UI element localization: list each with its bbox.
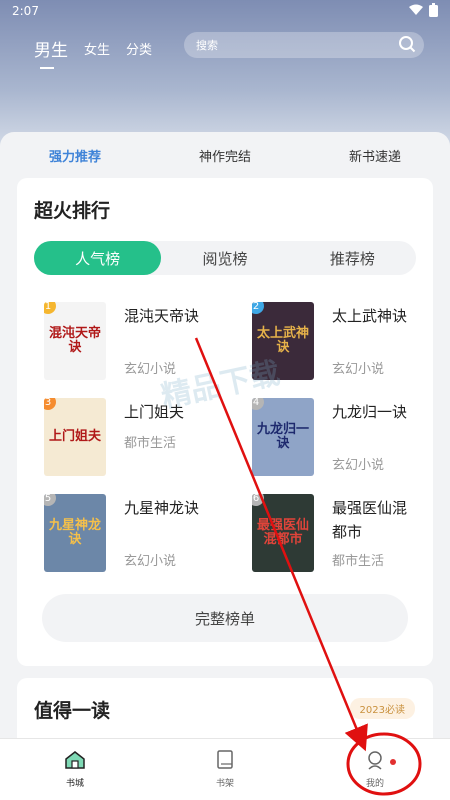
book-genre: 玄幻小说: [124, 554, 177, 569]
sub-tabs: 强力推荐 神作完结 新书速递: [0, 132, 450, 178]
book-genre: 都市生活: [332, 554, 385, 569]
book-cover[interactable]: 最强医仙混都市 6: [252, 494, 314, 572]
bottom-navigation: 书城 书架 我的: [0, 738, 450, 800]
rank-badge: 6: [252, 494, 264, 506]
rank-badge: 4: [252, 398, 264, 410]
nav-bookshelf[interactable]: 书架: [150, 739, 300, 800]
notification-dot: [390, 759, 396, 765]
nav-bookstore[interactable]: 书城: [0, 739, 150, 800]
year-badge: 2023必读: [349, 698, 415, 719]
search-input[interactable]: 搜索: [184, 32, 424, 58]
rank-badge: 1: [44, 302, 56, 314]
book-item[interactable]: 最强医仙混都市 6 最强医仙混都市 都市生活: [252, 494, 450, 576]
book-cover-text: 上门姐夫: [48, 428, 101, 444]
book-title[interactable]: 最强医仙混都市: [332, 496, 412, 544]
book-genre: 都市生活: [124, 436, 177, 451]
ranking-title: 超火排行: [34, 200, 111, 222]
worth-reading-title: 值得一读: [34, 700, 111, 722]
status-bar: 2:07: [0, 0, 450, 22]
book-cover[interactable]: 九星神龙诀 5: [44, 494, 106, 572]
book-title[interactable]: 混沌天帝诀: [124, 304, 204, 328]
book-item[interactable]: 上门姐夫 3 上门姐夫 都市生活: [44, 398, 244, 480]
book-item[interactable]: 九星神龙诀 5 九星神龙诀 玄幻小说: [44, 494, 244, 576]
book-cover-text: 最强医仙混都市: [256, 517, 309, 547]
rank-badge: 3: [44, 398, 56, 410]
book-cover[interactable]: 上门姐夫 3: [44, 398, 106, 476]
book-title[interactable]: 九龙归一诀: [332, 400, 412, 424]
book-genre: 玄幻小说: [332, 458, 385, 473]
tab-category[interactable]: 分类: [126, 39, 152, 58]
search-placeholder: 搜索: [196, 39, 218, 52]
book-genre: 玄幻小说: [332, 362, 385, 377]
rank-badge: 5: [44, 494, 56, 506]
battery-icon: [429, 2, 438, 20]
bookshelf-icon: [216, 750, 234, 773]
tab-female[interactable]: 女生: [84, 39, 110, 58]
book-cover[interactable]: 九龙归一诀 4: [252, 398, 314, 476]
tab-new-books[interactable]: 新书速递: [349, 146, 401, 165]
content-sheet: 强力推荐 神作完结 新书速递 超火排行 人气榜 阅览榜 推荐榜 混沌天帝诀 1 …: [0, 132, 450, 758]
ranking-card: 超火排行 人气榜 阅览榜 推荐榜 混沌天帝诀 1 混沌天帝诀 玄幻小说 太上武神…: [17, 178, 433, 666]
segment-popularity[interactable]: 人气榜: [34, 241, 162, 275]
rank-badge: 2: [252, 302, 264, 314]
status-time: 2:07: [12, 4, 39, 18]
segment-recommend[interactable]: 推荐榜: [289, 241, 416, 275]
nav-bookshelf-label: 书架: [215, 779, 234, 789]
book-cover-text: 混沌天帝诀: [48, 325, 101, 355]
nav-bookstore-label: 书城: [65, 779, 84, 789]
book-cover-text: 九龙归一诀: [256, 421, 309, 451]
ranking-segmented-control: 人气榜 阅览榜 推荐榜: [34, 241, 416, 275]
book-title[interactable]: 九星神龙诀: [124, 496, 204, 520]
book-cover-text: 九星神龙诀: [48, 517, 101, 547]
book-item[interactable]: 太上武神诀 2 太上武神诀 玄幻小说: [252, 302, 450, 384]
tab-completed-masterpieces[interactable]: 神作完结: [199, 146, 251, 165]
wifi-icon: [409, 4, 423, 19]
nav-mine-label: 我的: [365, 779, 384, 789]
nav-mine[interactable]: 我的: [300, 739, 450, 800]
segment-reading[interactable]: 阅览榜: [161, 241, 288, 275]
full-ranking-button[interactable]: 完整榜单: [42, 594, 408, 642]
profile-icon: [365, 750, 385, 773]
search-icon[interactable]: [398, 35, 416, 56]
book-item[interactable]: 九龙归一诀 4 九龙归一诀 玄幻小说: [252, 398, 450, 480]
book-title[interactable]: 太上武神诀: [332, 304, 412, 328]
tab-strong-recommend[interactable]: 强力推荐: [49, 146, 101, 165]
book-cover[interactable]: 混沌天帝诀 1: [44, 302, 106, 380]
bookstore-icon: [64, 750, 86, 773]
tab-male[interactable]: 男生: [34, 36, 68, 69]
